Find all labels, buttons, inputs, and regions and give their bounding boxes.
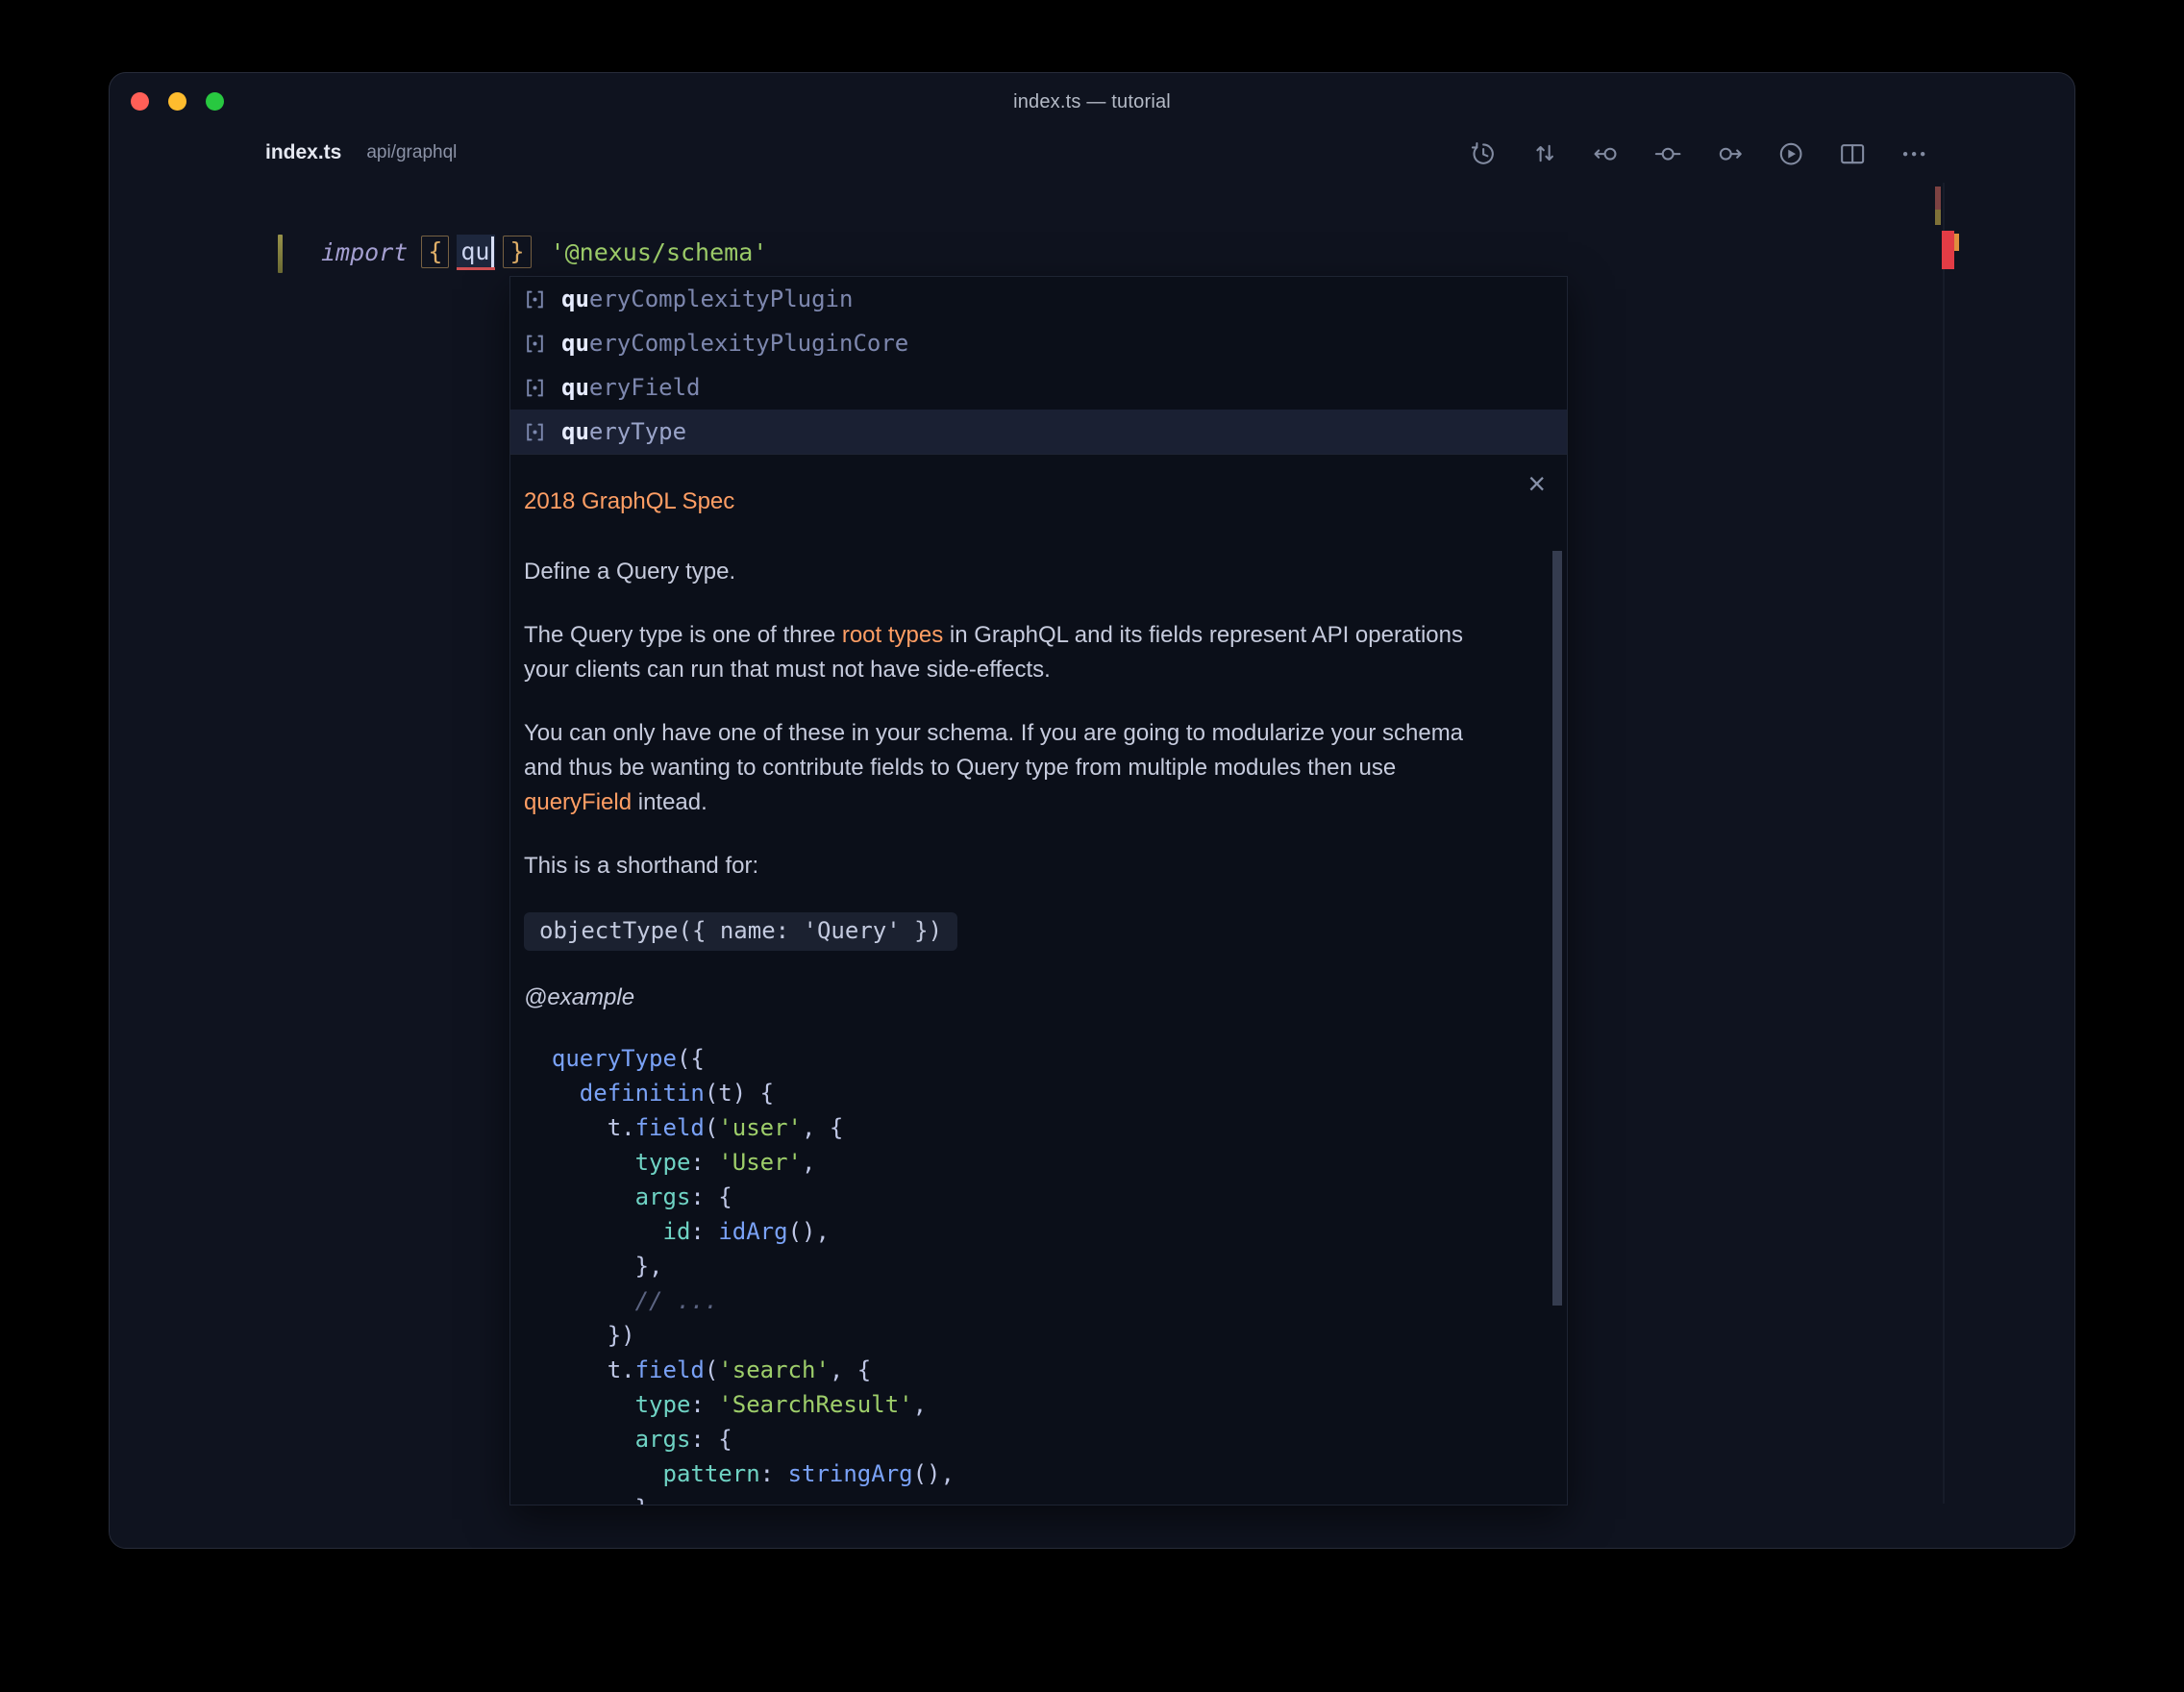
breadcrumb[interactable]: api/graphql <box>366 142 457 163</box>
doc-scrollbar-thumb[interactable] <box>1552 551 1562 1306</box>
zoom-window-button[interactable] <box>206 92 224 111</box>
doc-paragraph: Define a Query type. <box>524 555 1480 589</box>
code-line: t.field('user', { <box>524 1110 1480 1145</box>
code-line: args: { <box>524 1422 1480 1456</box>
doc-link[interactable]: queryField <box>524 789 632 815</box>
run-circle-icon <box>1775 138 1805 168</box>
code-line: type: 'SearchResult', <box>524 1387 1480 1422</box>
editor-actions <box>1465 136 1930 170</box>
editor-pane[interactable]: import { qu } '@nexus/schema' queryCompl… <box>110 183 2074 1548</box>
code-line: args: { <box>524 1180 1480 1214</box>
doc-text: Define a Query type. <box>524 559 735 585</box>
text-cursor <box>491 236 494 267</box>
compare-changes-button[interactable] <box>1526 136 1561 170</box>
suggest-item-label: queryField <box>561 374 701 401</box>
suggest-item[interactable]: queryType <box>510 410 1567 454</box>
open-brace: { <box>421 236 449 268</box>
more-actions-button[interactable] <box>1896 136 1930 170</box>
code-line: // ... <box>524 1283 1480 1318</box>
symbol-value-icon <box>522 375 548 401</box>
compare-changes-icon <box>1529 138 1559 168</box>
history-button[interactable] <box>1465 136 1500 170</box>
history-icon <box>1468 138 1498 168</box>
code-line: queryType({ <box>524 1041 1480 1076</box>
typed-text: qu <box>460 237 489 265</box>
symbol-value-icon <box>522 331 548 357</box>
code-line: }, <box>524 1491 1480 1505</box>
window-title: index.ts — tutorial <box>110 73 2074 131</box>
doc-paragraph: This is a shorthand for: <box>524 849 1480 883</box>
doc-text: This is a shorthand for: <box>524 853 758 879</box>
run-button[interactable] <box>1773 136 1807 170</box>
doc-text: The Query type is one of three <box>524 622 842 648</box>
titlebar: index.ts — tutorial <box>110 73 2074 123</box>
doc-code-block: queryType({ definitin(t) { t.field('user… <box>524 1041 1480 1505</box>
suggest-item[interactable]: queryComplexityPluginCore <box>510 321 1567 365</box>
overview-error-marker <box>1942 231 1954 269</box>
code-line: pattern: stringArg(), <box>524 1456 1480 1491</box>
suggest-item-label: queryType <box>561 418 686 445</box>
traffic-lights <box>131 92 224 111</box>
overview-modified-marker <box>1954 234 1959 251</box>
split-editor-icon <box>1837 138 1867 168</box>
example-label: @example <box>524 983 1480 1012</box>
doc-paragraphs: Define a Query type. The Query type is on… <box>524 555 1480 883</box>
import-keyword: import <box>321 238 408 266</box>
code-line: definitin(t) { <box>524 1076 1480 1110</box>
suggest-item-label: queryComplexityPluginCore <box>561 330 908 357</box>
step-forward-icon <box>1714 138 1744 168</box>
file-name-tab[interactable]: index.ts <box>265 141 341 164</box>
doc-paragraph: The Query type is one of three root type… <box>524 618 1480 687</box>
code-line: }) <box>524 1318 1480 1353</box>
typed-import-specifier: qu <box>457 235 495 270</box>
doc-text: You can only have one of these in your s… <box>524 720 1463 781</box>
doc-paragraph: You can only have one of these in your s… <box>524 716 1480 820</box>
suggest-item[interactable]: queryComplexityPlugin <box>510 277 1567 321</box>
minimize-window-button[interactable] <box>168 92 186 111</box>
overview-warning-marker <box>1935 187 1941 210</box>
code-line-1[interactable]: import { qu } '@nexus/schema' <box>321 227 767 277</box>
symbol-value-icon <box>522 286 548 312</box>
commit-node-icon <box>1652 138 1682 168</box>
code-line: }, <box>524 1249 1480 1283</box>
gutter-change-indicator <box>278 235 283 273</box>
split-editor-button[interactable] <box>1834 136 1869 170</box>
close-brace: } <box>503 236 531 268</box>
step-back-icon <box>1591 138 1621 168</box>
suggest-item[interactable]: queryField <box>510 365 1567 410</box>
close-icon[interactable]: × <box>1527 468 1546 499</box>
module-string: '@nexus/schema' <box>551 238 768 266</box>
overview-info-marker <box>1935 210 1941 225</box>
step-forward-button[interactable] <box>1711 136 1746 170</box>
step-back-button[interactable] <box>1588 136 1623 170</box>
code-line: t.field('search', { <box>524 1353 1480 1387</box>
doc-text: intead. <box>632 789 707 815</box>
symbol-value-icon <box>522 419 548 445</box>
editor-window: index.ts — tutorial index.ts api/graphql <box>109 72 2075 1549</box>
close-window-button[interactable] <box>131 92 149 111</box>
suggest-docs-panel: × 2018 GraphQL Spec Define a Query type.… <box>510 454 1567 1505</box>
suggest-item-label: queryComplexityPlugin <box>561 286 853 312</box>
more-actions-icon <box>1899 138 1928 168</box>
code-line: id: idArg(), <box>524 1214 1480 1249</box>
minimap-border <box>1943 183 1945 1504</box>
doc-heading-link[interactable]: 2018 GraphQL Spec <box>524 487 1480 516</box>
shorthand-code-row: objectType({ name: 'Query' }) <box>524 912 1480 951</box>
suggest-widget: queryComplexityPlugin queryComplexityPlu… <box>509 276 1568 1505</box>
commit-node-button[interactable] <box>1650 136 1684 170</box>
suggest-list: queryComplexityPlugin queryComplexityPlu… <box>510 277 1567 454</box>
code-line: type: 'User', <box>524 1145 1480 1180</box>
inline-code-chip: objectType({ name: 'Query' }) <box>524 912 957 951</box>
doc-link[interactable]: root types <box>842 622 943 648</box>
tab-bar: index.ts api/graphql <box>110 123 2074 183</box>
